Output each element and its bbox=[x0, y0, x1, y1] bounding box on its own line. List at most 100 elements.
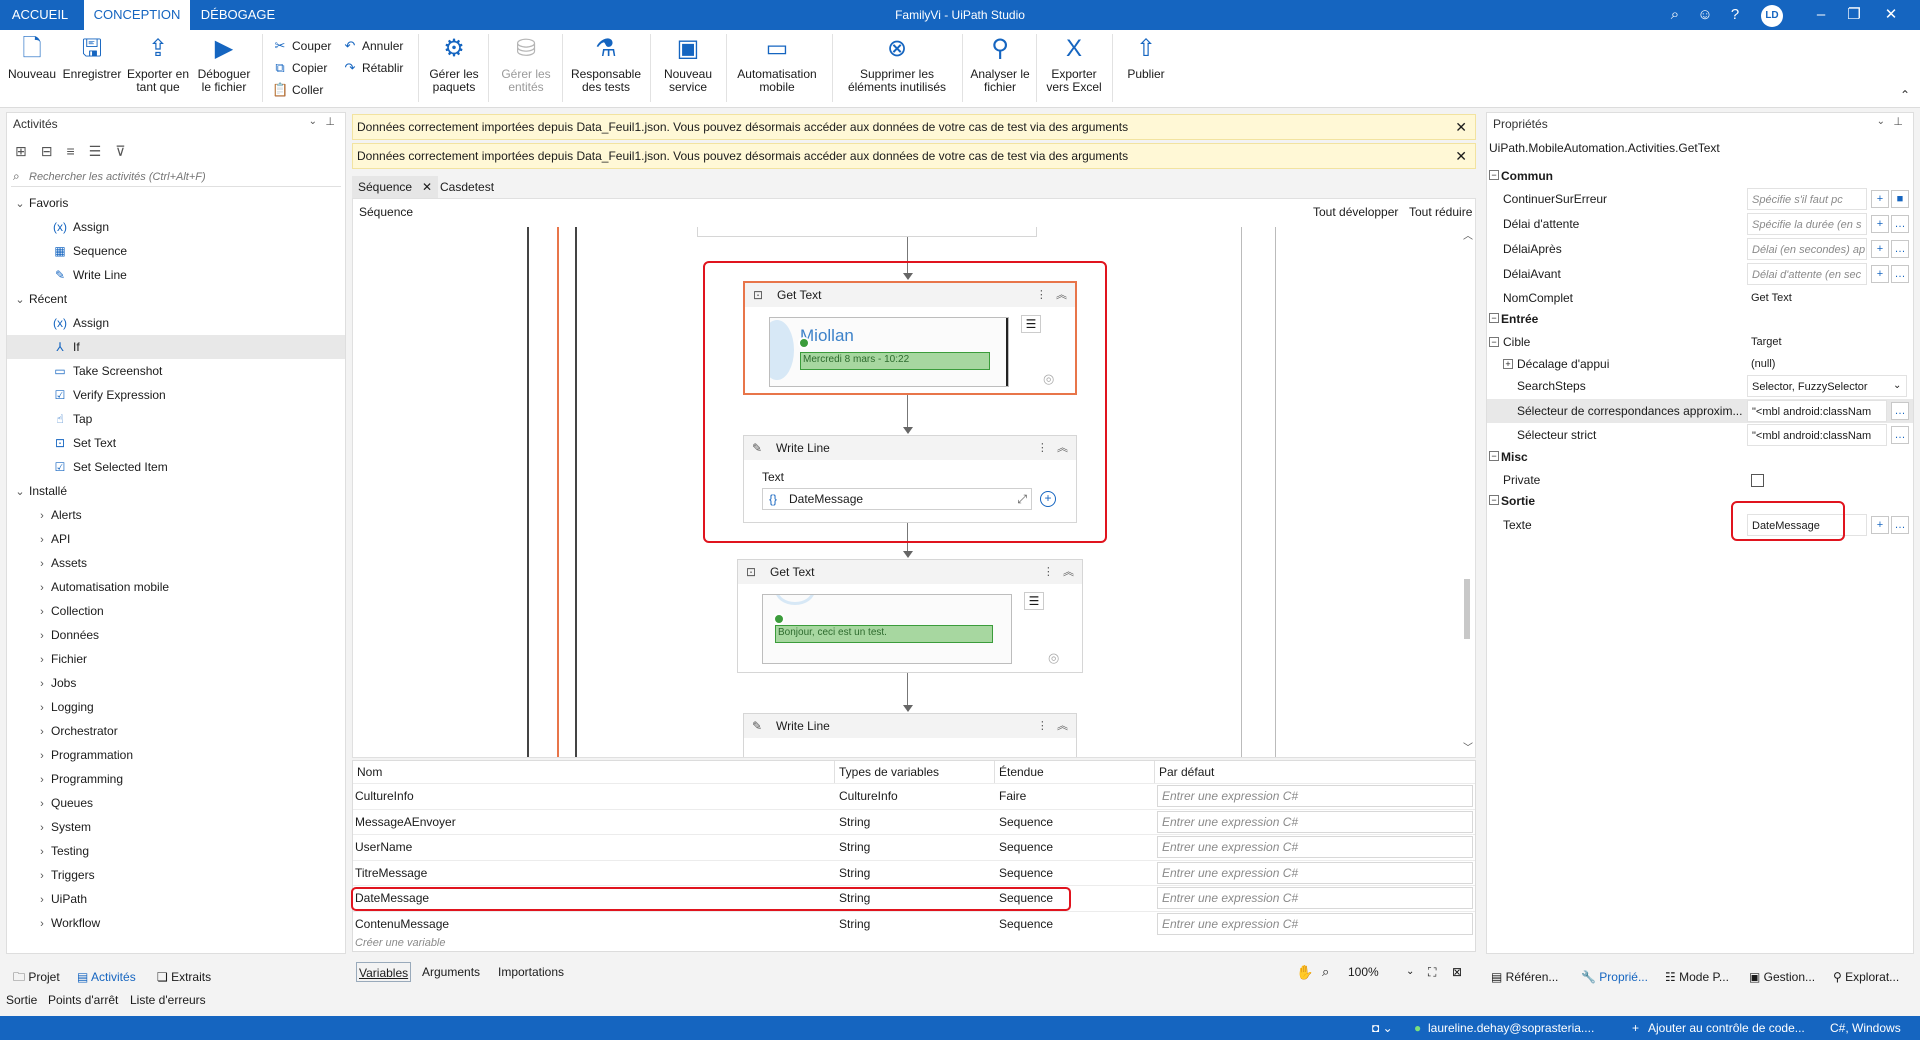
tab-debogage[interactable]: DÉBOGAGE bbox=[194, 0, 282, 30]
variable-type[interactable]: String bbox=[837, 835, 993, 859]
chevron-right-icon[interactable]: › bbox=[33, 648, 51, 672]
filter-icon[interactable]: ⊽ bbox=[115, 143, 139, 159]
chevron-down-icon[interactable]: ⌄ bbox=[1406, 962, 1414, 982]
more-icon[interactable]: … bbox=[1891, 516, 1909, 534]
screenshot-preview[interactable]: Miollan Mercredi 8 mars - 10:22 bbox=[769, 317, 1009, 387]
category-misc[interactable]: − Misc bbox=[1487, 446, 1913, 468]
overview-icon[interactable]: ⊠ bbox=[1452, 962, 1462, 982]
responsable-tests-button[interactable]: ⚗ Responsable des tests bbox=[568, 34, 644, 94]
selecteur-approx-input[interactable]: "<mbl android:classNam bbox=[1747, 400, 1887, 422]
variable-scope[interactable]: Sequence bbox=[997, 835, 1153, 859]
minimize-icon[interactable]: – bbox=[1810, 5, 1832, 25]
tab-arguments[interactable]: Arguments bbox=[422, 962, 480, 982]
tab-importations[interactable]: Importations bbox=[498, 962, 564, 982]
tree-category[interactable]: › Alerts bbox=[7, 503, 345, 527]
tree-group[interactable]: ⌄ Récent bbox=[7, 287, 345, 311]
tree-category[interactable]: › Queues bbox=[7, 791, 345, 815]
tab-proprietes[interactable]: 🔧 Proprié... bbox=[1581, 967, 1648, 987]
variable-row[interactable]: UserName String Sequence Entrer une express… bbox=[353, 834, 1475, 859]
chevron-right-icon[interactable]: › bbox=[33, 768, 51, 792]
activity-menu-icon[interactable]: ⋮ ︽ bbox=[1036, 283, 1067, 307]
add-icon[interactable]: + bbox=[1871, 215, 1889, 233]
activity-item[interactable]: ☑ Verify Expression bbox=[7, 383, 345, 407]
variable-row[interactable]: CultureInfo CultureInfo Faire Entrer une ex… bbox=[353, 783, 1475, 808]
variable-scope[interactable]: Sequence bbox=[997, 861, 1153, 885]
nom-complet-value[interactable]: Get Text bbox=[1747, 287, 1867, 309]
variable-default[interactable]: Entrer une expression C# bbox=[1157, 836, 1473, 858]
variable-default[interactable]: Entrer une expression C# bbox=[1157, 785, 1473, 807]
activity-item[interactable]: ✎ Write Line bbox=[7, 263, 345, 287]
add-icon[interactable]: + bbox=[1871, 190, 1889, 208]
variable-row[interactable]: MessageAEnvoyer String Sequence Entrer une … bbox=[353, 808, 1475, 834]
chevron-right-icon[interactable]: › bbox=[33, 792, 51, 816]
tree-category[interactable]: › Automatisation mobile bbox=[7, 575, 345, 599]
coller-button[interactable]: 📋 Coller bbox=[272, 80, 323, 100]
chevron-right-icon[interactable]: › bbox=[33, 744, 51, 768]
checkbox-icon[interactable]: ■ bbox=[1891, 190, 1909, 208]
variable-type[interactable]: String bbox=[837, 912, 993, 936]
activity-item[interactable]: ▭ Take Screenshot bbox=[7, 359, 345, 383]
variable-row[interactable]: DateMessage String Sequence Entrer une expr… bbox=[353, 885, 1475, 910]
chevron-right-icon[interactable]: › bbox=[33, 672, 51, 696]
variable-type[interactable]: String bbox=[837, 861, 993, 885]
tree-category[interactable]: › System bbox=[7, 815, 345, 839]
sort-icon[interactable]: ≡ bbox=[66, 143, 88, 159]
chevron-right-icon[interactable]: › bbox=[33, 528, 51, 552]
analyser-fichier-button[interactable]: ⚲ Analyser le fichier bbox=[968, 34, 1032, 94]
pan-icon[interactable]: ✋ bbox=[1296, 962, 1313, 982]
add-icon[interactable]: + bbox=[1871, 265, 1889, 283]
variable-scope[interactable]: Faire bbox=[997, 784, 1153, 808]
more-icon[interactable]: … bbox=[1891, 402, 1909, 420]
avatar[interactable]: LD bbox=[1761, 5, 1783, 27]
options-menu-icon[interactable]: ☰ bbox=[1024, 592, 1044, 610]
variable-name[interactable]: DateMessage bbox=[353, 886, 833, 910]
activity-item[interactable]: ⊡ Set Text bbox=[7, 431, 345, 455]
category-sortie[interactable]: − Sortie bbox=[1487, 490, 1913, 512]
variable-row[interactable]: TitreMessage String Sequence Entrer une exp… bbox=[353, 859, 1475, 885]
searchsteps-dropdown[interactable]: Selector, FuzzySelector bbox=[1747, 375, 1907, 397]
category-entree[interactable]: − Entrée bbox=[1487, 308, 1913, 330]
automatisation-mobile-button[interactable]: ▭ Automatisation mobile bbox=[732, 34, 822, 94]
variable-default[interactable]: Entrer une expression C# bbox=[1157, 912, 1473, 935]
enregistrer-button[interactable]: 🖫 Enregistrer bbox=[60, 34, 124, 81]
activities-search-input[interactable] bbox=[29, 168, 329, 186]
pin-icon[interactable]: ⊥ bbox=[1893, 115, 1903, 128]
chevron-down-icon[interactable]: ⌄ bbox=[11, 480, 29, 504]
chevron-right-icon[interactable]: › bbox=[33, 576, 51, 600]
variable-default[interactable]: Entrer une expression C# bbox=[1157, 861, 1473, 884]
chevron-right-icon[interactable]: › bbox=[33, 888, 51, 912]
chevron-right-icon[interactable]: › bbox=[33, 696, 51, 720]
variable-type[interactable]: String bbox=[837, 810, 993, 834]
tree-group[interactable]: ⌄ Favoris bbox=[7, 191, 345, 215]
chevron-right-icon[interactable]: › bbox=[33, 720, 51, 744]
collapse-icon[interactable]: − bbox=[1489, 170, 1499, 180]
variable-name[interactable]: ContenuMessage bbox=[353, 912, 833, 936]
delai-apres-input[interactable]: Délai (en secondes) ap bbox=[1747, 238, 1867, 260]
fit-screen-icon[interactable]: ⛶ bbox=[1428, 962, 1436, 982]
more-icon[interactable]: … bbox=[1891, 215, 1909, 233]
annuler-button[interactable]: ↶ Annuler bbox=[342, 36, 404, 56]
activity-item[interactable]: ⅄ If bbox=[7, 335, 345, 359]
tree-category[interactable]: › Testing bbox=[7, 839, 345, 863]
tab-casdetest[interactable]: Casdetest bbox=[434, 176, 500, 198]
couper-button[interactable]: ✂ Couper bbox=[272, 36, 332, 56]
activities-search[interactable]: ⌕ bbox=[11, 167, 341, 187]
tree-category[interactable]: › Programming bbox=[7, 767, 345, 791]
exporter-excel-button[interactable]: X Exporter vers Excel bbox=[1042, 34, 1106, 94]
activity-get-text[interactable]: ⊡ Get Text ⋮ ︽ Bonjour, ceci est un test… bbox=[737, 559, 1083, 673]
close-icon[interactable]: ✕ bbox=[422, 180, 432, 194]
workflow-designer[interactable]: Séquence Tout développer Tout réduire ⊡ … bbox=[352, 198, 1476, 758]
collapse-all-icon[interactable]: ⊟ bbox=[41, 143, 67, 159]
expand-all-icon[interactable]: ⊞ bbox=[15, 143, 41, 159]
text-field[interactable]: {} DateMessage ⤢ bbox=[762, 488, 1032, 510]
selecteur-strict-input[interactable]: "<mbl android:classNam bbox=[1747, 424, 1887, 446]
target-settings-icon[interactable]: ◎ bbox=[1048, 650, 1059, 666]
close-icon[interactable]: ✕ bbox=[1880, 5, 1902, 25]
delai-avant-input[interactable]: Délai d'attente (en sec bbox=[1747, 263, 1867, 285]
category-commun[interactable]: − Commun bbox=[1487, 165, 1913, 187]
chevron-down-icon[interactable]: ⌄ bbox=[1893, 374, 1901, 398]
more-icon[interactable]: … bbox=[1891, 240, 1909, 258]
more-icon[interactable]: … bbox=[1891, 265, 1909, 283]
breadcrumb[interactable]: Séquence bbox=[359, 205, 413, 219]
help-icon[interactable]: ? bbox=[1724, 5, 1746, 25]
